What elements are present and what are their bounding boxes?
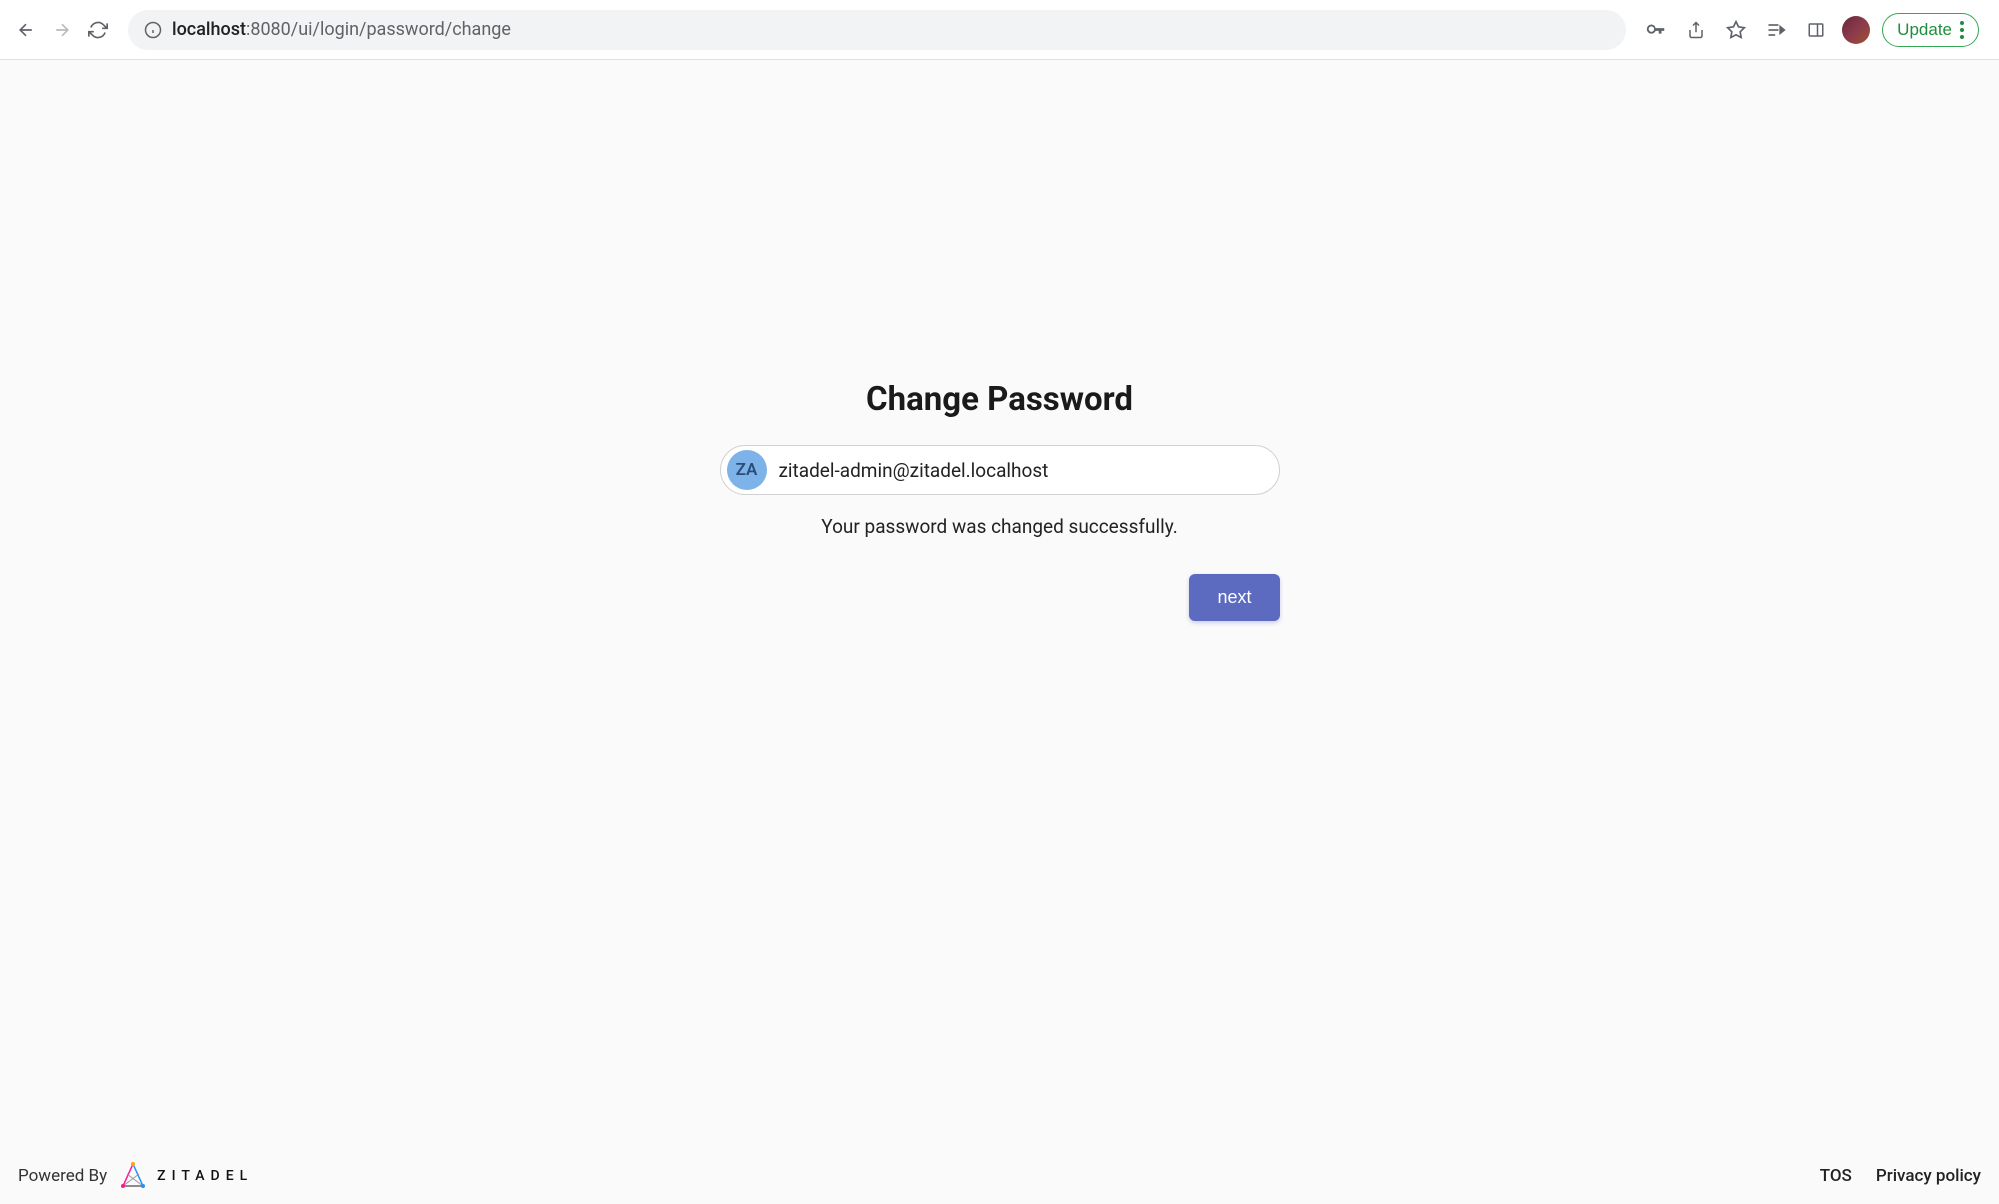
profile-avatar[interactable]	[1842, 16, 1870, 44]
url-host: localhost	[172, 19, 246, 40]
browser-toolbar: localhost:8080/ui/login/password/change …	[0, 0, 1999, 60]
address-bar[interactable]: localhost:8080/ui/login/password/change	[128, 10, 1626, 50]
main-card: Change Password ZA zitadel-admin@zitadel…	[720, 380, 1280, 621]
zitadel-brand-text: ZITADEL	[157, 1168, 253, 1184]
playlist-icon[interactable]	[1762, 16, 1790, 44]
button-row: next	[720, 574, 1280, 621]
update-label: Update	[1897, 20, 1952, 40]
page-body: Change Password ZA zitadel-admin@zitadel…	[0, 60, 1999, 1204]
zitadel-mark-icon	[117, 1160, 149, 1192]
site-info-icon[interactable]	[144, 21, 162, 39]
tos-link[interactable]: TOS	[1820, 1166, 1852, 1186]
key-icon[interactable]	[1642, 16, 1670, 44]
user-email: zitadel-admin@zitadel.localhost	[779, 459, 1049, 482]
success-message: Your password was changed successfully.	[821, 515, 1177, 538]
footer-right: TOS Privacy policy	[1820, 1166, 1981, 1186]
star-icon[interactable]	[1722, 16, 1750, 44]
url-text: localhost:8080/ui/login/password/change	[172, 19, 511, 40]
update-button[interactable]: Update	[1882, 13, 1979, 47]
more-dots-icon	[1960, 21, 1964, 39]
share-icon[interactable]	[1682, 16, 1710, 44]
page-title: Change Password	[866, 380, 1133, 419]
url-path: :8080/ui/login/password/change	[246, 19, 511, 40]
back-button[interactable]	[12, 16, 40, 44]
reload-button[interactable]	[84, 16, 112, 44]
powered-by-label: Powered By	[18, 1166, 107, 1186]
zitadel-logo[interactable]: ZITADEL	[117, 1160, 253, 1192]
footer: Powered By ZITADEL TOS Privacy policy	[0, 1148, 1999, 1204]
nav-buttons	[12, 16, 112, 44]
next-button[interactable]: next	[1189, 574, 1279, 621]
user-avatar: ZA	[727, 450, 767, 490]
panel-icon[interactable]	[1802, 16, 1830, 44]
forward-button[interactable]	[48, 16, 76, 44]
privacy-link[interactable]: Privacy policy	[1876, 1166, 1981, 1186]
user-pill[interactable]: ZA zitadel-admin@zitadel.localhost	[720, 445, 1280, 495]
footer-left: Powered By ZITADEL	[18, 1160, 253, 1192]
browser-actions: Update	[1642, 13, 1987, 47]
